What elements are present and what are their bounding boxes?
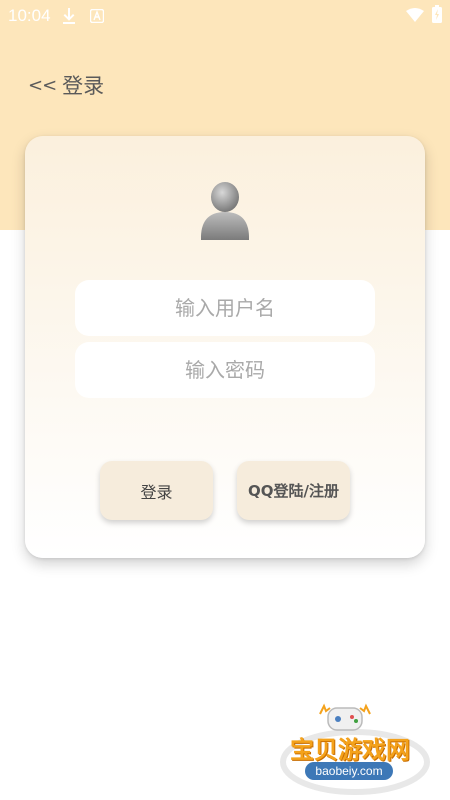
watermark-url: baobeiy.com	[305, 762, 393, 780]
download-icon	[61, 8, 77, 24]
wifi-icon	[406, 7, 424, 26]
avatar-icon	[199, 182, 251, 240]
status-bar: 10:04	[0, 0, 450, 32]
login-button[interactable]: 登录	[100, 461, 213, 520]
password-input[interactable]	[75, 342, 375, 398]
login-button-label: 登录	[140, 482, 173, 502]
battery-icon	[432, 5, 442, 27]
a-notification-icon	[89, 8, 105, 24]
status-time: 10:04	[8, 6, 51, 25]
qq-button-label: QQ登陆/注册	[248, 482, 339, 500]
watermark-name: 宝贝游戏网	[290, 736, 410, 764]
back-icon[interactable]: <<	[28, 75, 57, 96]
username-input[interactable]	[75, 280, 375, 336]
page-title: 登录	[62, 74, 105, 98]
header: << 登录	[28, 70, 104, 100]
login-card: 登录 QQ登陆/注册	[25, 136, 425, 558]
watermark-logo: 宝贝游戏网 baobeiy.com	[270, 700, 440, 795]
qq-login-register-button[interactable]: QQ登陆/注册	[237, 461, 350, 520]
